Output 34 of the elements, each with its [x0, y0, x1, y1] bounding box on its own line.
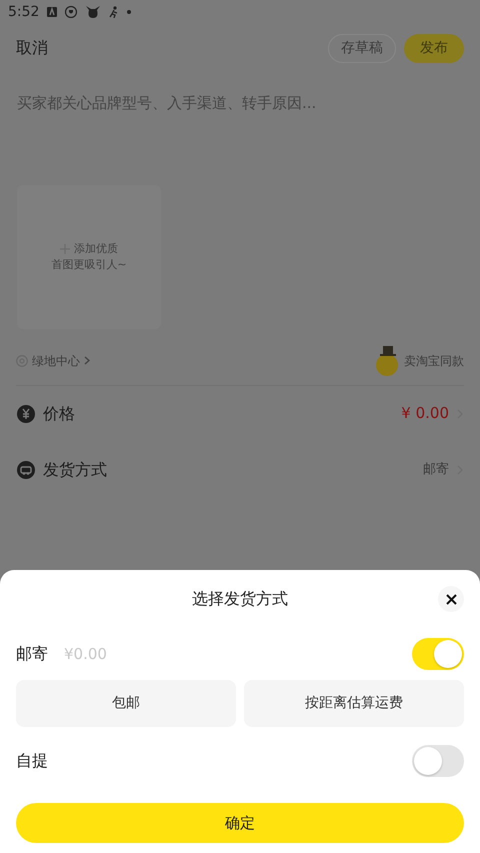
sheet-title: 选择发货方式 — [192, 588, 288, 610]
upload-label: 添加优质 — [74, 241, 118, 256]
dot-icon — [127, 10, 132, 14]
mascot-icon — [374, 344, 400, 376]
close-button[interactable] — [438, 586, 464, 612]
yen-icon — [17, 404, 35, 422]
publish-button[interactable]: 发布 — [404, 34, 464, 62]
row-value: ¥ 0.00 — [401, 403, 449, 424]
option-label: 邮寄 — [16, 643, 48, 665]
toggle-switch[interactable] — [412, 638, 464, 670]
row-value: 邮寄 — [423, 460, 449, 479]
photo-upload-tile[interactable]: 添加优质 首图更吸引人~ — [17, 184, 161, 328]
close-icon — [446, 594, 456, 604]
same-style-label: 卖淘宝同款 — [404, 352, 464, 370]
location-chip[interactable]: 绿地中心 — [16, 352, 90, 370]
form-row[interactable]: 价格 ¥ 0.00 — [0, 386, 480, 442]
same-style-chip[interactable]: 卖淘宝同款 — [374, 344, 464, 376]
confirm-button[interactable]: 确定 — [16, 803, 464, 843]
toggle-switch[interactable] — [412, 745, 464, 777]
shield-icon — [65, 6, 78, 18]
shipping-fee-button[interactable]: 包邮 — [16, 680, 236, 727]
location-name: 绿地中心 — [32, 352, 80, 370]
save-draft-button[interactable]: 存草稿 — [328, 34, 396, 62]
upload-hint: 首图更吸引人~ — [51, 256, 127, 272]
cancel-button[interactable]: 取消 — [16, 36, 48, 60]
runner-icon — [109, 6, 120, 18]
form-row[interactable]: 发货方式 邮寄 — [0, 442, 480, 498]
shipping-fee-button[interactable]: 按距离估算运费 — [244, 680, 464, 727]
notification-icon — [47, 7, 58, 17]
chevron-icon — [84, 356, 90, 365]
status-time: 5:52 — [8, 2, 40, 22]
row-label: 发货方式 — [43, 458, 107, 480]
option-label: 自提 — [16, 750, 48, 772]
row-label: 价格 — [43, 402, 75, 424]
